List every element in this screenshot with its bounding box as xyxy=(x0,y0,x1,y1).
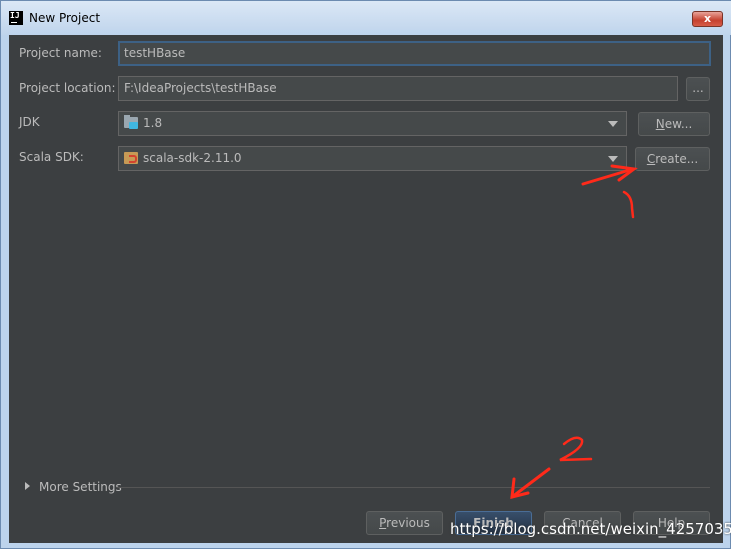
more-settings-divider xyxy=(117,487,710,488)
jdk-label: JDK xyxy=(19,115,40,129)
window-title: New Project xyxy=(29,11,101,25)
create-scala-sdk-button[interactable]: Create... xyxy=(635,147,710,171)
scala-sdk-value: scala-sdk-2.11.0 xyxy=(143,151,242,165)
scala-sdk-icon xyxy=(124,152,138,164)
folder-icon xyxy=(124,115,138,129)
expand-triangle-icon[interactable] xyxy=(25,482,30,490)
previous-button[interactable]: Previous xyxy=(366,511,443,535)
close-button[interactable]: x xyxy=(692,11,723,27)
watermark-text: https://blog.csdn.net/weixin_42570350 xyxy=(450,520,731,538)
create-label: reate... xyxy=(655,152,699,166)
intellij-idea-icon: IJ xyxy=(9,11,23,25)
dialog-content: Project name: testHBase Project location… xyxy=(9,35,723,543)
project-location-input[interactable]: F:\IdeaProjects\testHBase xyxy=(118,76,678,101)
scala-sdk-combobox[interactable]: scala-sdk-2.11.0 xyxy=(118,146,627,171)
jdk-combobox[interactable]: 1.8 xyxy=(118,111,627,136)
project-location-label: Project location: xyxy=(19,81,116,95)
jdk-value: 1.8 xyxy=(143,116,163,130)
create-mnemonic: C xyxy=(646,152,656,166)
chevron-down-icon xyxy=(608,121,618,127)
new-jdk-button[interactable]: New... xyxy=(638,112,710,136)
scala-sdk-label: Scala SDK: xyxy=(19,150,84,164)
title-bar: IJ New Project x xyxy=(1,1,731,35)
project-name-label: Project name: xyxy=(19,46,102,60)
new-jdk-label: ew... xyxy=(664,117,693,131)
more-settings-toggle[interactable]: More Settings xyxy=(39,480,122,494)
new-project-dialog: IJ New Project x Project name: testHBase… xyxy=(0,0,731,549)
chevron-down-icon xyxy=(608,156,618,162)
previous-label: revious xyxy=(386,516,430,530)
new-jdk-mnemonic: N xyxy=(655,117,665,131)
project-name-input[interactable]: testHBase xyxy=(118,41,711,66)
browse-location-button[interactable]: ... xyxy=(686,77,710,101)
